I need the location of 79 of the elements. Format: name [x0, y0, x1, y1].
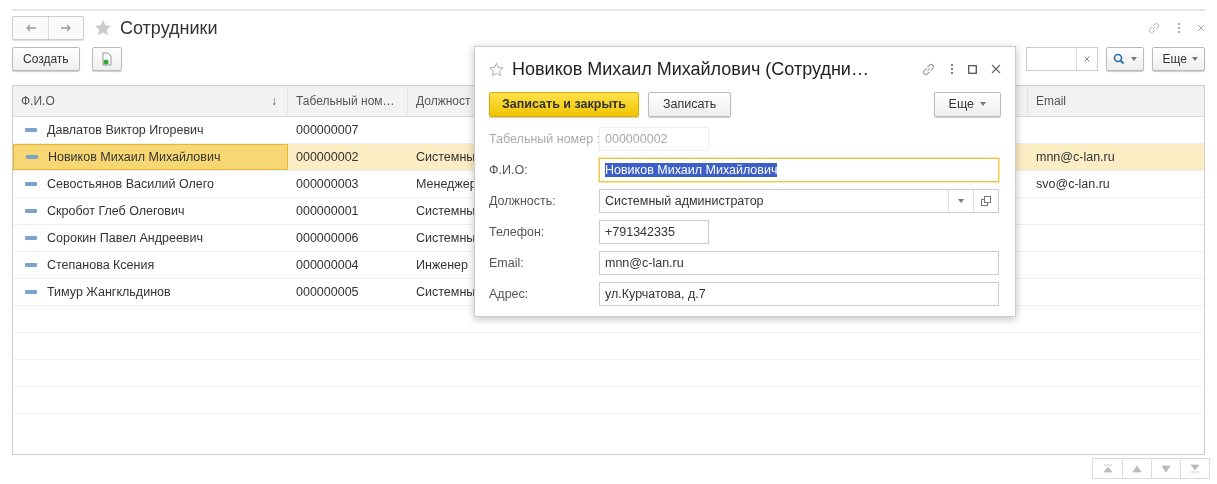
field-label: Ф.И.О:: [489, 162, 529, 177]
table-cell: 000000006: [296, 231, 359, 245]
field-label: Адрес:: [489, 286, 530, 301]
save-button[interactable]: Записать: [647, 91, 732, 117]
forward-button[interactable]: [48, 17, 83, 39]
arrow-left-icon: [24, 24, 37, 32]
page-title: Сотрудники: [120, 17, 218, 39]
input-field[interactable]: Новиков Михаил Михайлович: [599, 157, 999, 182]
close-icon[interactable]: [991, 64, 1001, 74]
table-cell: svo@c-lan.ru: [1036, 177, 1110, 191]
table-cell: Степанова Ксения: [47, 258, 155, 272]
table-cell: Системны: [416, 204, 476, 218]
table-cell: Скробот Глеб Олегович: [47, 204, 185, 218]
caret-icon: [958, 198, 964, 203]
more-button[interactable]: Еще: [1151, 47, 1205, 71]
sort-indicator: ↓: [271, 94, 277, 108]
table-cell: 000000003: [296, 177, 359, 191]
scroll-top-icon: [1102, 464, 1113, 473]
table-cell: Системны: [416, 150, 476, 164]
table-cell: Новиков Михаил Михайлович: [48, 150, 221, 164]
item-icon: [25, 263, 37, 267]
copy-button[interactable]: [91, 47, 122, 71]
caret-icon: [1192, 57, 1198, 61]
save-and-close-button[interactable]: Записать и закрыть: [489, 91, 639, 117]
table-cell: mnn@c-lan.ru: [1036, 150, 1115, 164]
back-button[interactable]: [13, 17, 48, 39]
windows-icon: [981, 195, 991, 206]
star-icon[interactable]: [94, 19, 112, 37]
table-cell: 000000002: [296, 150, 359, 164]
table-cell: 000000001: [296, 204, 359, 218]
table-cell: Системны: [416, 231, 476, 245]
table-cell: 000000005: [296, 285, 359, 299]
maximize-icon[interactable]: [968, 64, 977, 74]
column-header[interactable]: Email: [1036, 94, 1066, 108]
table-cell: Тимур Жангкльдинов: [47, 285, 171, 299]
search-icon: [1112, 53, 1125, 65]
caret-icon: [1130, 57, 1137, 61]
field-label: Должность:: [489, 193, 557, 208]
input-field[interactable]: mnn@c-lan.ru: [599, 250, 999, 275]
search-field[interactable]: [1025, 47, 1098, 71]
field-label: Телефон:: [489, 224, 546, 239]
table-cell: Сорокин Павел Андреевич: [47, 231, 203, 245]
table-cell: Системны: [416, 285, 476, 299]
column-header[interactable]: Табельный ном…: [296, 94, 395, 108]
item-icon: [25, 182, 37, 186]
table-cell: Давлатов Виктор Игоревич: [47, 123, 204, 137]
field-label: Табельный номер :: [489, 131, 599, 146]
table-cell: Менеджер: [416, 177, 477, 191]
link-icon[interactable]: [921, 61, 936, 77]
triangle-down-icon: [1161, 464, 1171, 473]
table-cell: 000000007: [296, 123, 359, 137]
arrow-right-icon: [60, 24, 72, 32]
table-cell: 000000004: [296, 258, 359, 272]
search-button[interactable]: [1105, 47, 1144, 71]
column-header[interactable]: Ф.И.О: [21, 94, 55, 108]
dialog-title: Новиков Михаил Михайлович (Сотрудни…: [512, 58, 869, 80]
create-button[interactable]: Создать: [12, 47, 80, 71]
item-icon: [25, 128, 37, 132]
close-icon: [1083, 56, 1090, 62]
link-icon[interactable]: [1147, 21, 1161, 35]
scroll-bottom-icon: [1190, 464, 1200, 473]
triangle-up-icon: [1132, 464, 1142, 473]
input-field[interactable]: +791342335: [599, 219, 709, 244]
item-icon: [26, 155, 38, 159]
field-label: Email:: [489, 255, 525, 270]
document-add-icon: [100, 52, 113, 66]
column-header[interactable]: Должност: [416, 94, 471, 108]
input-field[interactable]: Системный администратор: [599, 188, 999, 213]
star-icon[interactable]: [489, 61, 504, 77]
input-field[interactable]: ул.Курчатова, д.7: [599, 281, 999, 306]
caret-icon: [980, 102, 986, 106]
more-button[interactable]: Еще: [933, 91, 1001, 117]
table-cell: Севостьянов Василий Олего: [47, 177, 214, 191]
more-icon[interactable]: [950, 63, 954, 75]
more-icon[interactable]: [1177, 22, 1181, 34]
item-icon: [25, 209, 37, 213]
item-icon: [25, 290, 37, 294]
table-cell: Инженер: [416, 258, 468, 272]
item-icon: [25, 236, 37, 240]
